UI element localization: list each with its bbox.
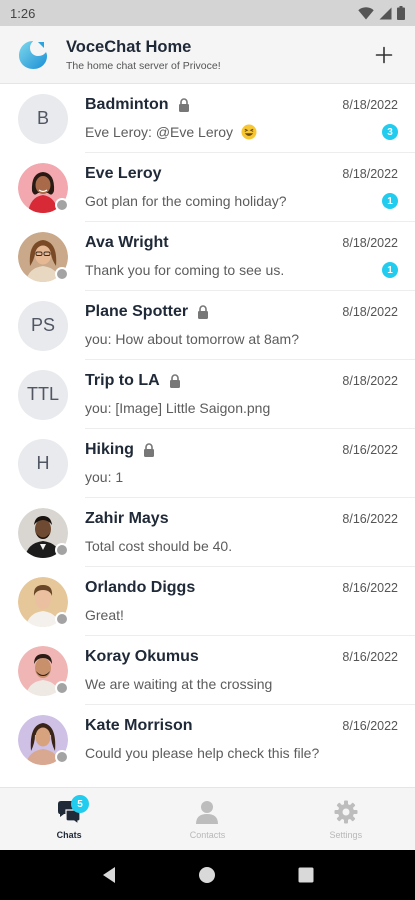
chat-preview: you: 1: [85, 469, 124, 485]
chat-name: Trip to LA: [85, 372, 160, 389]
chat-row-badminton[interactable]: B Badminton 8/18/2022 Eve Leroy: @Eve Le…: [0, 84, 415, 153]
tab-label: Contacts: [189, 830, 226, 840]
chat-date: 8/16/2022: [342, 512, 398, 526]
tab-label: Chats: [56, 830, 82, 840]
tab-label: Settings: [329, 830, 363, 840]
chat-preview-text: Eve Leroy: @Eve Leroy: [85, 124, 234, 140]
chat-preview: you: How about tomorrow at 8am?: [85, 331, 299, 347]
chat-date: 8/16/2022: [342, 443, 398, 457]
lock-icon: [178, 98, 189, 112]
system-nav-bar: [0, 850, 415, 900]
recents-square-icon[interactable]: [298, 867, 314, 883]
status-time: 1:26: [10, 5, 36, 21]
chats-badge: 5: [71, 795, 89, 813]
chat-date: 8/18/2022: [342, 167, 398, 181]
chat-date: 8/16/2022: [342, 719, 398, 733]
avatar: [18, 714, 69, 765]
lock-icon: [169, 374, 180, 388]
presence-dot: [55, 611, 69, 626]
chat-preview: Eve Leroy: @Eve Leroy: [85, 124, 257, 140]
server-name[interactable]: VoceChat Home: [66, 37, 369, 57]
unread-badge: 3: [382, 124, 398, 140]
chat-preview: Total cost should be 40.: [85, 538, 233, 554]
chat-name: Hiking: [85, 441, 134, 458]
server-description: The home chat server of Privoce!: [66, 59, 221, 72]
avatar: [18, 231, 69, 282]
status-bar: 1:26: [0, 0, 415, 26]
chat-row-ava-wright[interactable]: Ava Wright 8/18/2022 Thank you for comin…: [0, 222, 415, 291]
lock-icon: [198, 305, 209, 319]
chat-row-eve-leroy[interactable]: Eve Leroy 8/18/2022 Got plan for the com…: [0, 153, 415, 222]
chat-row-hiking[interactable]: H Hiking 8/16/2022 you: 1: [0, 429, 415, 498]
chat-row-kate-morrison[interactable]: Kate Morrison 8/16/2022 Could you please…: [0, 705, 415, 774]
chat-row-trip-to-la[interactable]: TTL Trip to LA 8/18/2022 you: [Image] Li…: [0, 360, 415, 429]
chat-preview: Could you please help check this file?: [85, 745, 320, 761]
avatar: [18, 507, 69, 558]
tab-settings[interactable]: Settings: [277, 788, 415, 850]
avatar: [18, 162, 69, 213]
tab-bar: 5 Chats Contacts Settings: [0, 787, 415, 850]
chat-row-koray-okumus[interactable]: Koray Okumus 8/16/2022 We are waiting at…: [0, 636, 415, 705]
home-circle-icon[interactable]: [198, 866, 216, 884]
gear-icon: [334, 800, 358, 824]
status-icons: [358, 6, 405, 20]
chat-date: 8/16/2022: [342, 650, 398, 664]
chat-name: Ava Wright: [85, 234, 169, 251]
person-icon: [196, 801, 219, 824]
avatar: [18, 576, 69, 627]
tab-chats[interactable]: 5 Chats: [0, 788, 138, 850]
grinning-squint-emoji-icon: [241, 124, 257, 140]
chat-preview: you: [Image] Little Saigon.png: [85, 400, 271, 416]
chat-name: Badminton: [85, 96, 169, 113]
chat-date: 8/18/2022: [342, 374, 398, 388]
chat-date: 8/18/2022: [342, 305, 398, 319]
plus-icon: [375, 46, 393, 63]
lock-icon: [143, 443, 154, 457]
signal-icon: [379, 7, 392, 19]
avatar: [18, 645, 69, 696]
app-header: VoceChat Home The home chat server of Pr…: [0, 26, 415, 84]
chat-name: Zahir Mays: [85, 510, 169, 527]
chat-preview: Great!: [85, 607, 124, 623]
avatar-initials: TTL: [18, 369, 68, 420]
wifi-icon: [358, 6, 374, 19]
chat-name: Koray Okumus: [85, 648, 199, 665]
chat-name: Plane Spotter: [85, 303, 189, 320]
presence-dot: [55, 749, 69, 764]
chat-row-plane-spotter[interactable]: PS Plane Spotter 8/18/2022 you: How abou…: [0, 291, 415, 360]
avatar: H: [18, 438, 68, 489]
presence-dot: [55, 197, 69, 212]
unread-badge: 1: [382, 262, 398, 278]
avatar-initials: PS: [18, 300, 68, 351]
vocechat-logo-icon[interactable]: [16, 38, 50, 72]
chat-name: Eve Leroy: [85, 165, 162, 182]
chat-preview: We are waiting at the crossing: [85, 676, 273, 692]
unread-badge: 1: [382, 193, 398, 209]
chat-date: 8/18/2022: [342, 236, 398, 250]
chat-name: Orlando Diggs: [85, 579, 196, 596]
chat-date: 8/16/2022: [342, 581, 398, 595]
back-triangle-icon[interactable]: [101, 866, 117, 884]
avatar-initials: H: [18, 438, 68, 489]
chat-date: 8/18/2022: [342, 98, 398, 112]
chat-preview: Thank you for coming to see us.: [85, 262, 285, 278]
chat-list: B Badminton 8/18/2022 Eve Leroy: @Eve Le…: [0, 84, 415, 787]
chat-row-zahir-mays[interactable]: Zahir Mays 8/16/2022 Total cost should b…: [0, 498, 415, 567]
avatar: B: [18, 93, 68, 144]
battery-icon: [397, 6, 405, 20]
add-button[interactable]: [369, 40, 399, 70]
chat-row-orlando-diggs[interactable]: Orlando Diggs 8/16/2022 Great!: [0, 567, 415, 636]
presence-dot: [55, 680, 69, 695]
header-text: VoceChat Home The home chat server of Pr…: [66, 37, 369, 73]
presence-dot: [55, 542, 69, 557]
presence-dot: [55, 266, 69, 281]
chat-name: Kate Morrison: [85, 717, 193, 734]
avatar-initials: B: [18, 93, 68, 144]
avatar: TTL: [18, 369, 68, 420]
tab-contacts[interactable]: Contacts: [138, 788, 276, 850]
chat-preview: Got plan for the coming holiday?: [85, 193, 287, 209]
avatar: PS: [18, 300, 68, 351]
